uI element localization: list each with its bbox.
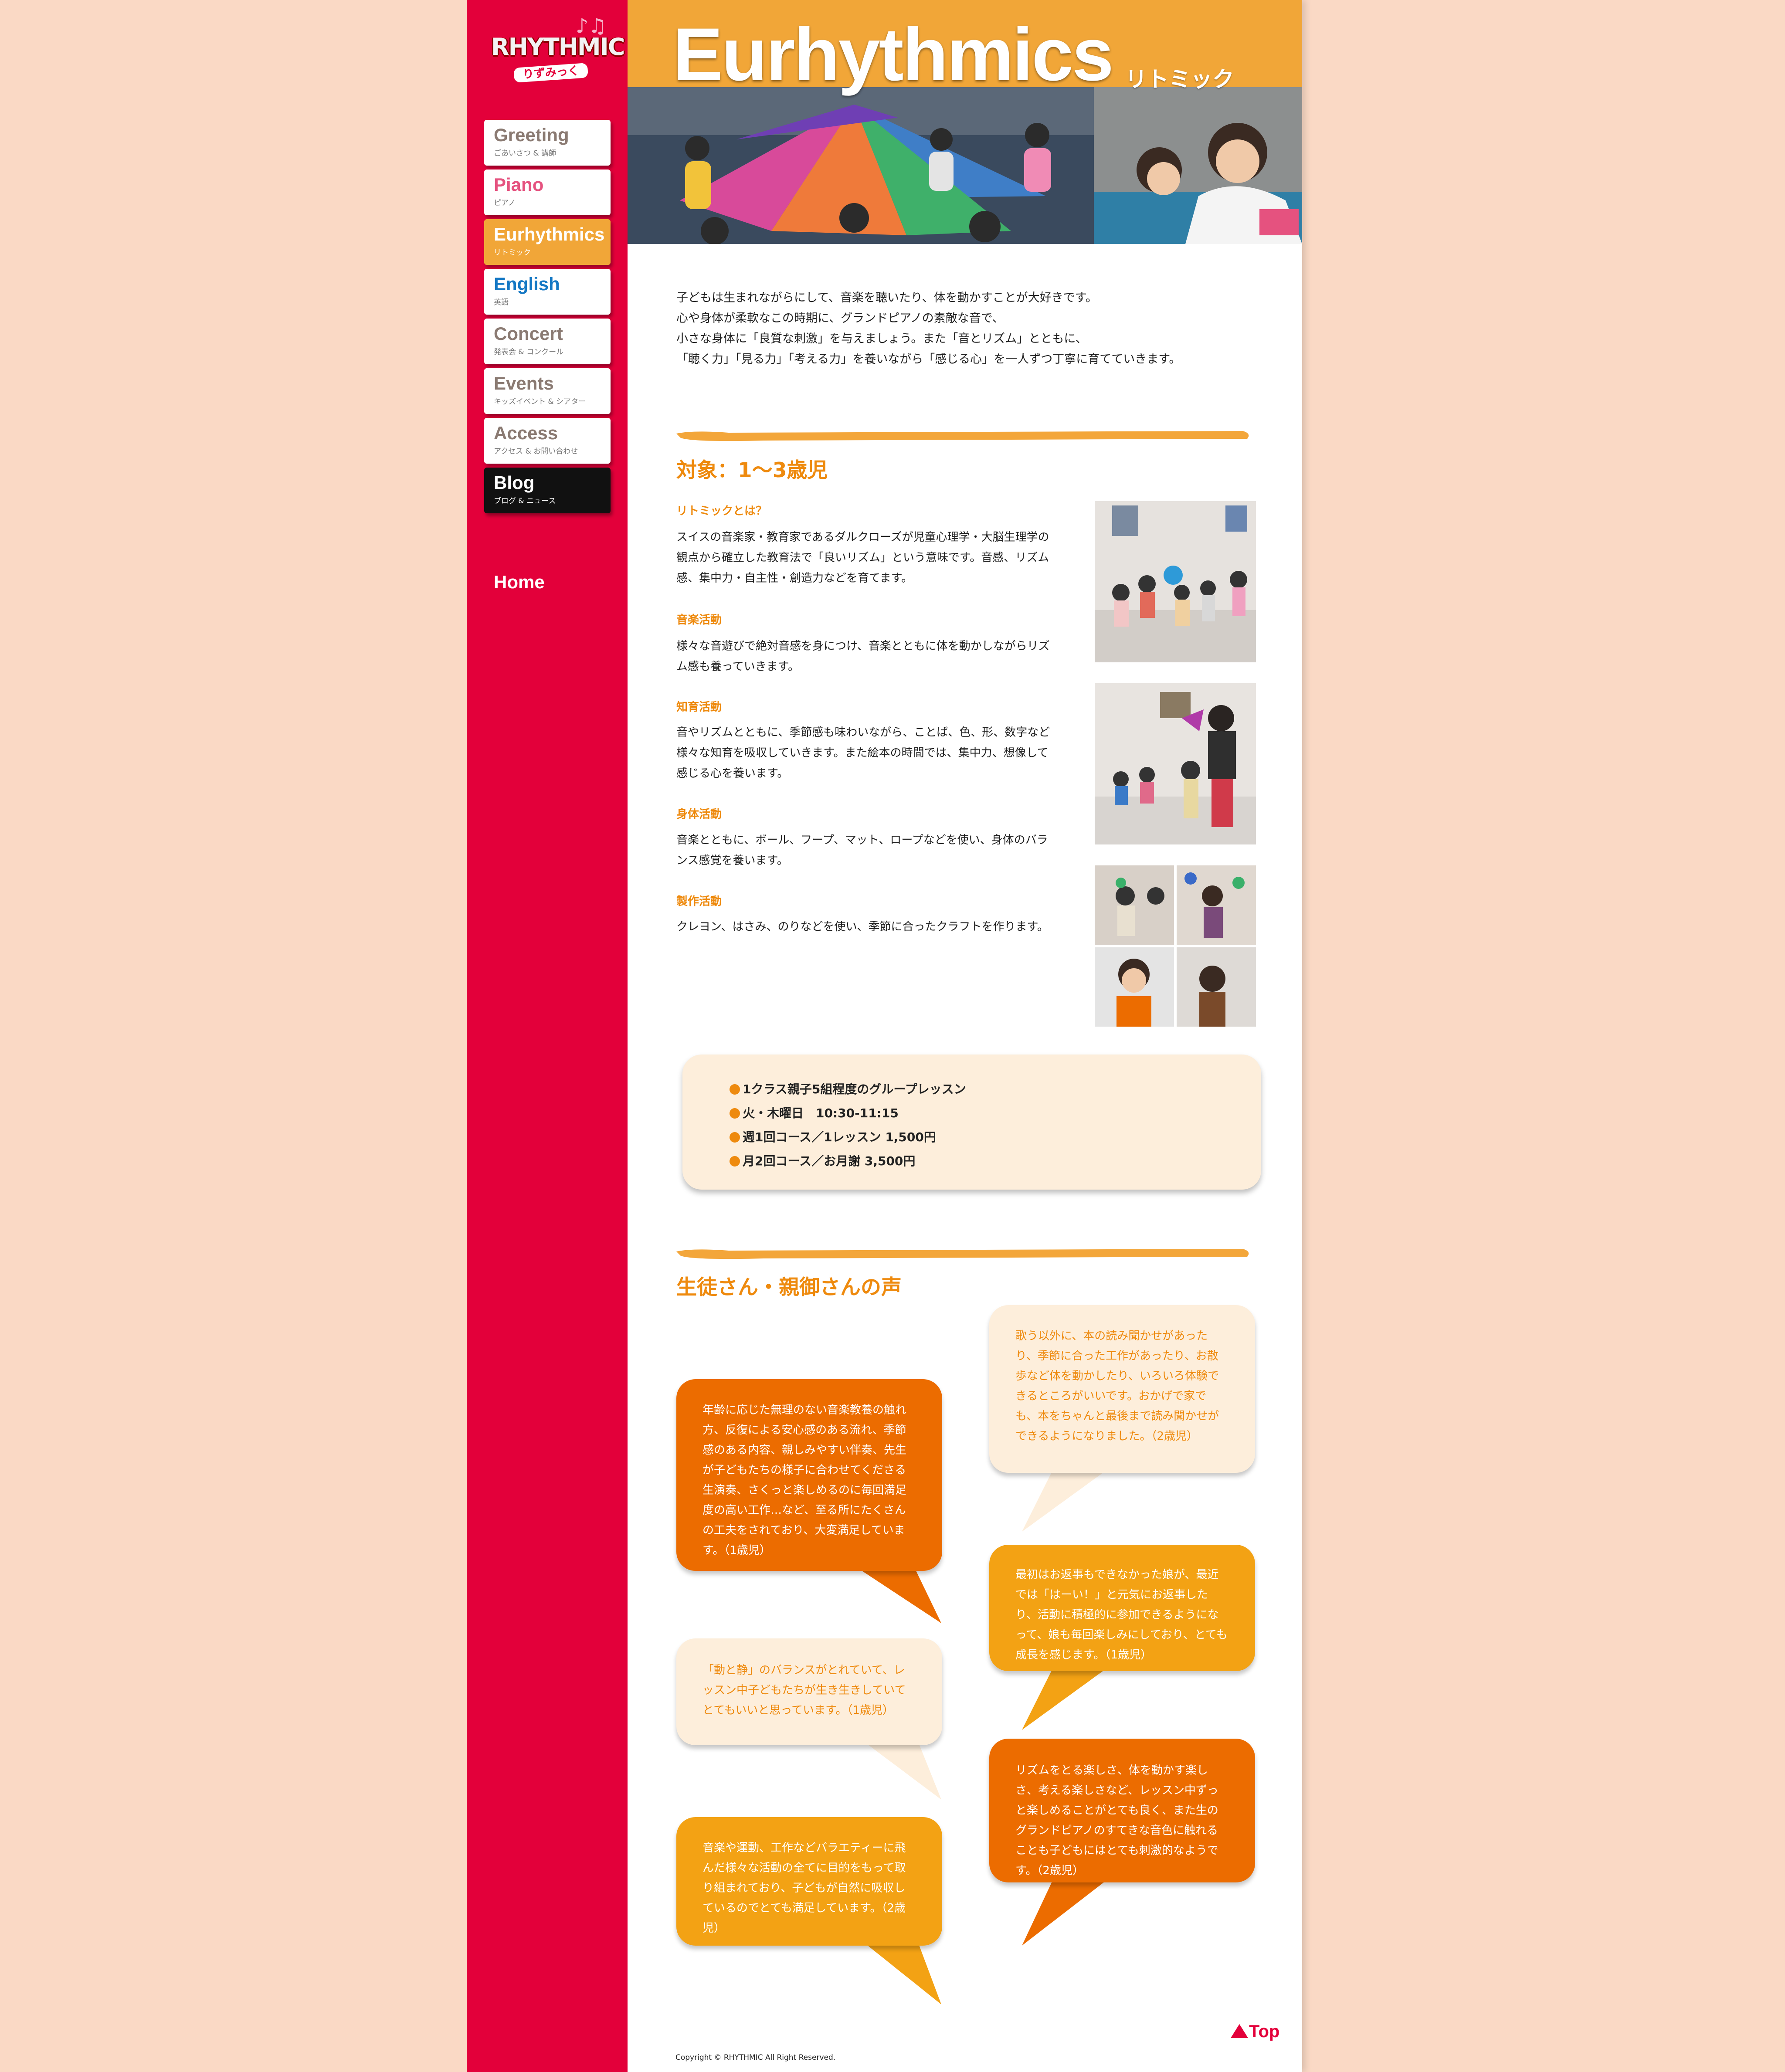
page-title: Eurhythmics — [673, 13, 1114, 96]
info-text: 火・木曜日 10:30-11:15 — [743, 1106, 899, 1120]
voice-bubble: 年齢に応じた無理のない音楽教養の触れ方、反復による安心感のある流れ、季節感のある… — [676, 1379, 942, 1571]
lesson-photo-1 — [1095, 501, 1256, 662]
nav-title: Access — [494, 423, 558, 443]
nav-sub: 英語 — [494, 298, 509, 307]
info-item: 週1回コース／1レッスン 1,500円 — [730, 1125, 1261, 1149]
brush-divider — [676, 1249, 1249, 1259]
nav-sub: アクセス & お問い合わせ — [494, 447, 578, 456]
bullet-dot-icon — [730, 1156, 740, 1167]
item-text: スイスの音楽家・教育家であるダルクローズが児童心理学・大脳生理学の観点から確立し… — [676, 531, 1049, 585]
logo-sub: りずみっく — [513, 63, 588, 83]
item-title: リトミックとは？ — [676, 505, 767, 518]
voice-bubble: 歌う以外に、本の読み聞かせがあったり、季節に合った工作があったり、お散歩など体を… — [989, 1305, 1255, 1473]
back-to-top-link[interactable]: Top — [1231, 2022, 1279, 2041]
class-photo-parachute — [628, 87, 1094, 244]
nav-title: English — [494, 274, 560, 294]
item-title: 身体活動 — [676, 808, 722, 821]
nav-sub: キッズイベント & シアター — [494, 397, 586, 406]
nav-greeting[interactable]: Greeting ごあいさつ & 講師 — [484, 120, 611, 166]
sidebar: ♪♫ RHYTHMIC りずみっく Greeting ごあいさつ & 講師 Pi… — [467, 0, 628, 2072]
brush-divider — [676, 431, 1249, 441]
section-heading-target: 対象：1〜3歳児 — [676, 458, 828, 482]
nav-home[interactable]: Home — [494, 572, 545, 593]
info-item: 1クラス親子5組程度のグループレッスン — [730, 1077, 1261, 1101]
nav-title: Blog — [494, 472, 535, 493]
lesson-info-box: 1クラス親子5組程度のグループレッスン 火・木曜日 10:30-11:15 週1… — [682, 1055, 1261, 1190]
info-text: 月2回コース／お月謝 3,500円 — [743, 1154, 916, 1168]
nav-title: Greeting — [494, 125, 569, 145]
intro-text: 子どもは生まれながらにして、音楽を聴いたり、体を動かすことが大好きです。 心や身… — [676, 288, 1243, 370]
nav-sub: 発表会 & コンクール — [494, 348, 564, 356]
nav-sub: ピアノ — [494, 199, 516, 207]
page-subtitle: リトミック — [1125, 67, 1234, 92]
bullet-dot-icon — [730, 1108, 740, 1119]
voice-bubble: 最初はお返事もできなかった娘が、最近では「はーい！」と元気にお返事したり、活動に… — [989, 1545, 1255, 1671]
main-content: Eurhythmics リトミック 子どもは生まれながらにして、音楽を聴いたり、… — [628, 0, 1302, 2072]
nav-sub: リトミック — [494, 248, 531, 257]
voice-bubble: 音楽や運動、工作などバラエティーに飛んだ様々な活動の全てに目的をもって取り組まれ… — [676, 1817, 942, 1946]
info-text: 1クラス親子5組程度のグループレッスン — [743, 1082, 966, 1096]
voice-bubble: リズムをとる楽しさ、体を動かす楽しさ、考える楽しさなど、レッスン中ずっと楽しめる… — [989, 1739, 1255, 1882]
lesson-photo-2 — [1095, 683, 1256, 844]
nav-title: Concert — [494, 323, 563, 344]
intro-line: 心や身体が柔軟なこの時期に、グランドピアノの素敵な音で、 — [676, 312, 1004, 325]
bullet-dot-icon — [730, 1084, 740, 1095]
info-item: 火・木曜日 10:30-11:15 — [730, 1101, 1261, 1125]
nav-access[interactable]: Access アクセス & お問い合わせ — [484, 418, 611, 464]
item-text: 様々な音遊びで絶対音感を身につけ、音楽とともに体を動かしながらリズム感も養ってい… — [676, 640, 1050, 673]
nav-eurhythmics[interactable]: Eurhythmics リトミック — [484, 219, 611, 265]
nav-title: Events — [494, 373, 554, 393]
intro-line: 「聴く力」「見る力」「考える力」を養いながら「感じる心」を一人ずつ丁寧に育ててい… — [676, 353, 1181, 366]
item-text: 音楽とともに、ボール、フープ、マット、ロープなどを使い、身体のバランス感覚を養い… — [676, 834, 1048, 867]
nav-concert[interactable]: Concert 発表会 & コンクール — [484, 319, 611, 364]
nav-blog[interactable]: Blog ブログ & ニュース — [484, 468, 611, 513]
page-header: Eurhythmics リトミック — [628, 0, 1302, 244]
info-item: 月2回コース／お月謝 3,500円 — [730, 1149, 1261, 1173]
up-triangle-icon — [1231, 2024, 1248, 2038]
class-photo-teacher — [1094, 87, 1302, 244]
item-title: 製作活動 — [676, 895, 722, 908]
top-label: Top — [1249, 2022, 1280, 2041]
section-heading-voices: 生徒さん・親御さんの声 — [676, 1275, 902, 1299]
nav-events[interactable]: Events キッズイベント & シアター — [484, 368, 611, 414]
info-text: 週1回コース／1レッスン 1,500円 — [743, 1130, 936, 1144]
site-logo[interactable]: ♪♫ RHYTHMIC りずみっく — [483, 14, 625, 83]
nav-sub: ブログ & ニュース — [494, 497, 556, 505]
intro-line: 子どもは生まれながらにして、音楽を聴いたり、体を動かすことが大好きです。 — [676, 291, 1098, 305]
lesson-photo-3 — [1095, 865, 1256, 1027]
voice-bubble: 「動と静」のバランスがとれていて、レッスン中子どもたちが生き生きしていてとてもい… — [676, 1638, 942, 1745]
nav-english[interactable]: English 英語 — [484, 269, 611, 315]
nav-title: Piano — [494, 174, 544, 195]
nav-piano[interactable]: Piano ピアノ — [484, 170, 611, 215]
item-text: クレヨン、はさみ、のりなどを使い、季節に合ったクラフトを作ります。 — [676, 920, 1049, 933]
lesson-info-list: 1クラス親子5組程度のグループレッスン 火・木曜日 10:30-11:15 週1… — [682, 1055, 1261, 1173]
copyright: Copyright © RHYTHMIC All Right Reserved. — [675, 2053, 836, 2062]
item-text: 音やリズムとともに、季節感も味わいながら、ことば、色、形、数字など様々な知育を吸… — [676, 726, 1050, 780]
nav-title: Eurhythmics — [494, 224, 605, 244]
nav-sub: ごあいさつ & 講師 — [494, 149, 557, 158]
bubble-tail — [1022, 1872, 1118, 1946]
item-title: 知育活動 — [676, 701, 722, 714]
item-title: 音楽活動 — [676, 614, 722, 627]
intro-line: 小さな身体に「良質な刺激」を与えましょう。また「音とリズム」とともに、 — [676, 332, 1087, 346]
logo-word: RHYTHMIC — [491, 33, 625, 61]
bullet-dot-icon — [730, 1132, 740, 1143]
